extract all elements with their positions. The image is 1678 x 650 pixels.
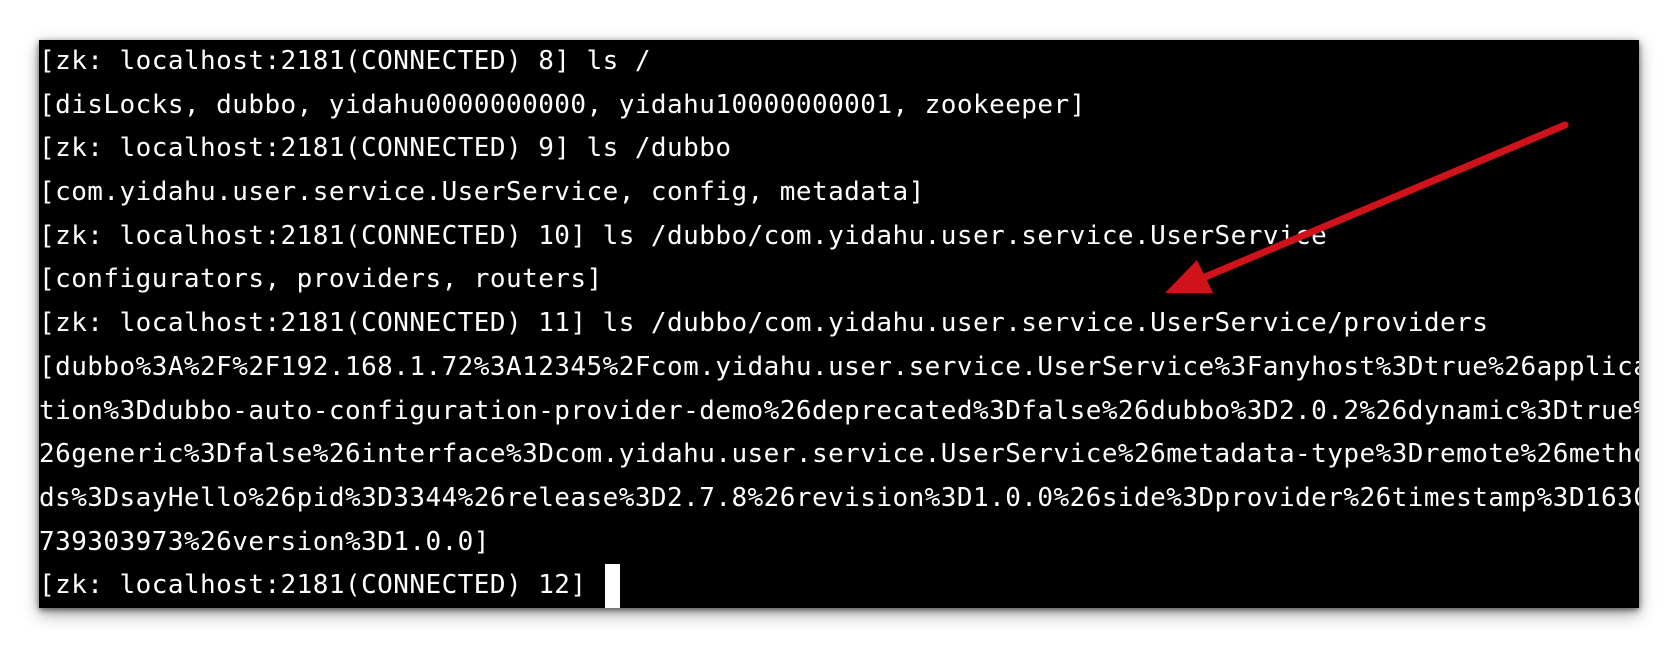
terminal-line: [zk: localhost:2181(CONNECTED) 10] ls /d… [39,215,1639,259]
line-text: [com.yidahu.user.service.UserService, co… [39,177,925,208]
terminal-line: 26generic%3Dfalse%26interface%3Dcom.yida… [39,433,1639,477]
line-text: [zk: localhost:2181(CONNECTED) 10] ls /d… [39,220,1328,251]
line-text: [configurators, providers, routers] [39,264,603,295]
terminal-line: [disLocks, dubbo, yidahu0000000000, yida… [39,84,1639,128]
terminal-output: [zk: localhost:2181(CONNECTED) 8] ls / [… [39,40,1639,608]
line-text: 739303973%26version%3D1.0.0] [39,526,490,557]
line-text: 26generic%3Dfalse%26interface%3Dcom.yida… [39,439,1639,470]
terminal-line: [zk: localhost:2181(CONNECTED) 11] ls /d… [39,302,1639,346]
line-text: ds%3DsayHello%26pid%3D3344%26release%3D2… [39,482,1639,513]
terminal-cursor[interactable] [604,564,620,608]
line-text: [dubbo%3A%2F%2F192.168.1.72%3A12345%2Fco… [39,351,1639,382]
terminal-line: [configurators, providers, routers] [39,258,1639,302]
terminal-prompt-line[interactable]: [zk: localhost:2181(CONNECTED) 12] [39,564,1639,608]
line-text: [zk: localhost:2181(CONNECTED) 11] ls /d… [39,308,1489,339]
line-text: [zk: localhost:2181(CONNECTED) 8] ls / [39,46,651,76]
terminal-line: 739303973%26version%3D1.0.0] [39,521,1639,565]
line-text: tion%3Ddubbo-auto-configuration-provider… [39,395,1639,426]
terminal-line: ds%3DsayHello%26pid%3D3344%26release%3D2… [39,477,1639,521]
terminal-line: tion%3Ddubbo-auto-configuration-provider… [39,390,1639,434]
terminal-line: [com.yidahu.user.service.UserService, co… [39,171,1639,215]
terminal-line: [zk: localhost:2181(CONNECTED) 8] ls / [39,40,1639,84]
terminal-window[interactable]: [zk: localhost:2181(CONNECTED) 8] ls / [… [39,40,1639,608]
prompt-text: [zk: localhost:2181(CONNECTED) 12] [39,570,587,601]
terminal-line: [zk: localhost:2181(CONNECTED) 9] ls /du… [39,127,1639,171]
line-text: [disLocks, dubbo, yidahu0000000000, yida… [39,89,1086,120]
terminal-line: [dubbo%3A%2F%2F192.168.1.72%3A12345%2Fco… [39,346,1639,390]
line-text: [zk: localhost:2181(CONNECTED) 9] ls /du… [39,133,732,164]
screenshot-page: [zk: localhost:2181(CONNECTED) 8] ls / [… [0,0,1678,650]
